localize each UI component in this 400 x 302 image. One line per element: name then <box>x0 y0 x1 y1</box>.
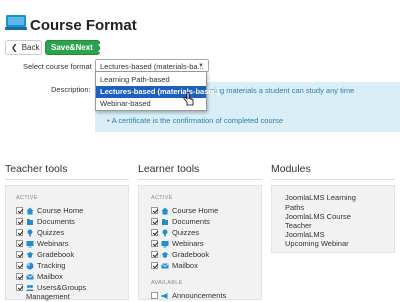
group-label-active: ACTIVE <box>151 195 173 201</box>
checkbox-checked[interactable] <box>151 240 158 247</box>
select-course-format-label: Select course format <box>23 62 92 71</box>
learner-tool-row[interactable]: Mailbox <box>151 260 198 271</box>
learner-tool-row[interactable]: Course Home <box>151 205 218 216</box>
divider <box>5 179 129 180</box>
checkbox-checked[interactable] <box>151 251 158 258</box>
checkbox-checked[interactable] <box>16 240 23 247</box>
teacher-tools-title: Teacher tools <box>5 163 68 175</box>
save-next-label: Save&Next <box>51 43 93 52</box>
mailbox-icon <box>161 262 169 268</box>
learner-tool-row[interactable]: Webinars <box>151 238 204 249</box>
learner-tool-row[interactable]: Documents <box>151 216 210 227</box>
documents-icon <box>27 218 33 225</box>
teacher-tool-row[interactable]: Gradebook <box>16 249 74 260</box>
quizzes-icon <box>27 229 33 236</box>
teacher-tool-row[interactable]: Course Home <box>16 205 83 216</box>
teacher-tool-row[interactable]: Quizzes <box>16 227 64 238</box>
webinars-icon <box>161 240 169 247</box>
checkbox-checked[interactable] <box>16 262 23 269</box>
checkbox-unchecked[interactable] <box>151 292 158 299</box>
gradebook-icon <box>161 251 169 258</box>
course-format-icon <box>5 15 27 30</box>
teacher-tool-row[interactable]: Tracking <box>16 260 65 271</box>
page-title: Course Format <box>30 17 137 34</box>
module-line: Teacher <box>285 221 312 230</box>
teacher-tools-panel: ACTIVE Course Home Documents Quizzes Web… <box>5 185 129 301</box>
checkbox-checked[interactable] <box>16 229 23 236</box>
save-next-button[interactable]: Save&Next ❯ <box>45 40 104 55</box>
chevron-right-icon: ❯ <box>96 43 104 52</box>
back-button[interactable]: ❮ Back <box>5 40 42 55</box>
learner-tool-row[interactable]: Gradebook <box>151 249 209 260</box>
teacher-tool-row[interactable]: Mailbox <box>16 271 63 282</box>
checkbox-checked[interactable] <box>151 229 158 236</box>
home-icon <box>26 207 34 214</box>
module-line: JoomlaLMS <box>285 230 325 239</box>
announcements-icon <box>161 292 168 299</box>
checkbox-checked[interactable] <box>16 251 23 258</box>
learner-tool-row[interactable]: Announcements <box>151 290 226 301</box>
group-label-available: AVAILABLE <box>151 280 183 286</box>
checkbox-checked[interactable] <box>151 207 158 214</box>
description-label: Description: <box>51 85 91 94</box>
home-icon <box>161 207 169 214</box>
teacher-tool-row[interactable]: Webinars <box>16 238 69 249</box>
learner-tool-row[interactable]: Quizzes <box>151 227 199 238</box>
checkbox-checked[interactable] <box>16 207 23 214</box>
course-format-select-value: Lectures-based (materials-ba... <box>100 62 204 71</box>
gradebook-icon <box>26 251 34 258</box>
checkbox-checked[interactable] <box>16 218 23 225</box>
back-button-label: Back <box>21 43 40 52</box>
module-line: JoomlaLMS Course <box>285 212 351 221</box>
modules-panel: JoomlaLMS Learning Paths JoomlaLMS Cours… <box>271 185 395 253</box>
chevron-left-icon: ❮ <box>11 43 18 52</box>
module-line: Upcoming Webinar <box>285 239 349 248</box>
dropdown-option[interactable]: Learning Path-based <box>96 74 206 86</box>
modules-title: Modules <box>271 163 311 175</box>
divider <box>138 179 262 180</box>
documents-icon <box>162 218 168 225</box>
checkbox-checked[interactable] <box>16 273 23 280</box>
teacher-tool-row[interactable]: Documents <box>16 216 75 227</box>
learner-tools-title: Learner tools <box>138 163 200 175</box>
hand-cursor-icon <box>183 92 194 106</box>
module-line: JoomlaLMS Learning <box>285 193 356 202</box>
webinars-icon <box>26 240 34 247</box>
module-line: Paths <box>285 203 305 212</box>
quizzes-icon <box>162 229 168 236</box>
teacher-tool-row-continued: Management <box>26 292 70 301</box>
divider <box>271 179 395 180</box>
description-fragment: ning materials a student can study any t… <box>210 86 355 95</box>
learner-tools-panel: ACTIVE Course Home Documents Quizzes Web… <box>138 185 262 300</box>
checkbox-checked[interactable] <box>151 218 158 225</box>
checkbox-checked[interactable] <box>16 284 23 291</box>
group-label-active: ACTIVE <box>16 195 38 201</box>
tracking-icon <box>26 262 34 269</box>
description-bullet: • A certificate is the confirmation of c… <box>107 116 284 125</box>
checkbox-checked[interactable] <box>151 262 158 269</box>
mailbox-icon <box>26 273 34 279</box>
